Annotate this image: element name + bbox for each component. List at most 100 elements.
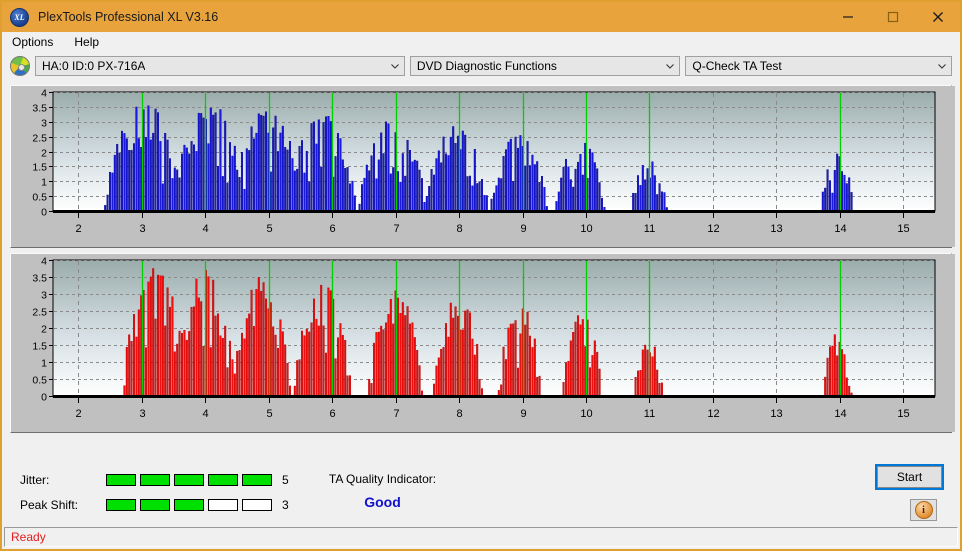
svg-text:6: 6 <box>329 408 335 420</box>
svg-text:8: 8 <box>456 408 462 420</box>
jitter-chart-panel: 0 0.5 1 1.5 2 2.5 3 3.5 4 2 3 4 5 6 7 8 9 10 11 12 13 14 15 <box>10 85 952 248</box>
svg-text:15: 15 <box>897 408 909 420</box>
svg-text:8: 8 <box>456 223 462 235</box>
jitter-meter-row: Jitter: 5 <box>20 470 289 490</box>
svg-text:15: 15 <box>897 223 909 235</box>
peak-shift-value: 3 <box>282 498 289 512</box>
meter-segment <box>140 499 170 511</box>
selector-bar: HA:0 ID:0 PX-716A DVD Diagnostic Functio… <box>2 52 960 80</box>
info-icon: i <box>915 501 933 519</box>
svg-text:14: 14 <box>834 408 846 420</box>
window-title: PlexTools Professional XL V3.16 <box>38 10 218 24</box>
meter-segment <box>242 474 272 486</box>
meter-segment <box>174 474 204 486</box>
svg-text:3.5: 3.5 <box>32 273 47 285</box>
svg-text:7: 7 <box>393 223 399 235</box>
svg-text:3: 3 <box>41 118 47 130</box>
svg-text:5: 5 <box>266 223 272 235</box>
svg-text:7: 7 <box>393 408 399 420</box>
xl-logo-icon: XL <box>10 8 29 27</box>
jitter-value: 5 <box>282 473 289 487</box>
meters-group: Jitter: 5 Peak Shift: 3 <box>20 470 289 520</box>
svg-text:14: 14 <box>834 223 846 235</box>
window-controls <box>825 2 960 32</box>
jitter-chart: 0 0.5 1 1.5 2 2.5 3 3.5 4 2 3 4 5 6 7 8 9 10 11 12 13 14 15 <box>11 86 955 247</box>
status-bar: Ready <box>4 527 958 547</box>
svg-text:4: 4 <box>202 408 208 420</box>
meter-segment <box>208 499 238 511</box>
maximize-icon[interactable] <box>870 2 915 32</box>
title-bar: XL PlexTools Professional XL V3.16 <box>2 2 960 32</box>
svg-text:5: 5 <box>266 408 272 420</box>
meter-segment <box>174 499 204 511</box>
minimize-icon[interactable] <box>825 2 870 32</box>
svg-text:2: 2 <box>41 324 47 336</box>
svg-text:11: 11 <box>644 223 655 235</box>
application-window: XL PlexTools Professional XL V3.16 Optio… <box>0 0 962 551</box>
peak-shift-label: Peak Shift: <box>20 498 92 512</box>
meter-segment <box>140 474 170 486</box>
status-text: Ready <box>11 530 46 544</box>
test-select-value: Q-Check TA Test <box>692 59 781 73</box>
svg-text:2: 2 <box>41 148 47 160</box>
chevron-down-icon <box>389 60 401 72</box>
svg-text:0.5: 0.5 <box>32 192 47 204</box>
results-panel: Jitter: 5 Peak Shift: 3 TA Quality Indic… <box>10 462 952 522</box>
svg-text:3: 3 <box>139 408 145 420</box>
jitter-label: Jitter: <box>20 473 92 487</box>
chevron-down-icon <box>664 60 676 72</box>
svg-text:3: 3 <box>41 290 47 302</box>
menu-bar: Options Help <box>2 32 960 52</box>
disc-icon <box>10 56 30 76</box>
svg-text:1.5: 1.5 <box>32 341 47 353</box>
svg-text:9: 9 <box>520 223 526 235</box>
close-icon[interactable] <box>915 2 960 32</box>
function-select-value: DVD Diagnostic Functions <box>417 59 557 73</box>
peak-shift-meter-bars <box>106 499 272 511</box>
start-button[interactable]: Start <box>877 466 942 488</box>
chevron-down-icon <box>936 60 948 72</box>
jitter-meter-bars <box>106 474 272 486</box>
svg-text:10: 10 <box>580 223 592 235</box>
svg-text:0.5: 0.5 <box>32 375 47 387</box>
svg-text:11: 11 <box>644 408 655 420</box>
svg-text:1: 1 <box>41 177 47 189</box>
svg-text:6: 6 <box>329 223 335 235</box>
peak-shift-chart-panel: 0 0.5 1 1.5 2 2.5 3 3.5 4 2 3 4 5 6 7 8 9 10 11 12 13 14 15 <box>10 253 952 433</box>
function-select[interactable]: DVD Diagnostic Functions <box>410 56 681 76</box>
svg-text:3: 3 <box>139 223 145 235</box>
svg-text:2.5: 2.5 <box>32 307 47 319</box>
menu-item-options[interactable]: Options <box>10 35 62 49</box>
svg-text:12: 12 <box>707 223 719 235</box>
svg-text:3.5: 3.5 <box>32 103 47 115</box>
ta-quality-indicator: TA Quality Indicator: Good <box>320 472 445 510</box>
peak-shift-meter-row: Peak Shift: 3 <box>20 495 289 515</box>
svg-text:0: 0 <box>41 392 47 404</box>
svg-text:1.5: 1.5 <box>32 162 47 174</box>
svg-text:0: 0 <box>41 207 47 219</box>
svg-text:13: 13 <box>770 223 782 235</box>
meter-segment <box>208 474 238 486</box>
ta-quality-value: Good <box>320 494 445 510</box>
drive-select[interactable]: HA:0 ID:0 PX-716A <box>35 56 405 76</box>
svg-text:1: 1 <box>41 358 47 370</box>
svg-text:12: 12 <box>707 408 719 420</box>
svg-text:10: 10 <box>580 408 592 420</box>
meter-segment <box>106 499 136 511</box>
svg-text:2: 2 <box>75 408 81 420</box>
svg-text:4: 4 <box>41 88 47 100</box>
ta-quality-label: TA Quality Indicator: <box>320 472 445 486</box>
svg-text:2.5: 2.5 <box>32 133 47 145</box>
menu-item-help[interactable]: Help <box>72 35 108 49</box>
meter-segment <box>106 474 136 486</box>
meter-segment <box>242 499 272 511</box>
drive-select-value: HA:0 ID:0 PX-716A <box>42 59 145 73</box>
svg-text:4: 4 <box>41 256 47 268</box>
peak-shift-chart: 0 0.5 1 1.5 2 2.5 3 3.5 4 2 3 4 5 6 7 8 9 10 11 12 13 14 15 <box>11 254 955 432</box>
svg-text:9: 9 <box>520 408 526 420</box>
test-select[interactable]: Q-Check TA Test <box>685 56 952 76</box>
info-button[interactable]: i <box>910 499 937 521</box>
svg-text:2: 2 <box>75 223 81 235</box>
svg-text:4: 4 <box>202 223 208 235</box>
svg-text:13: 13 <box>770 408 782 420</box>
